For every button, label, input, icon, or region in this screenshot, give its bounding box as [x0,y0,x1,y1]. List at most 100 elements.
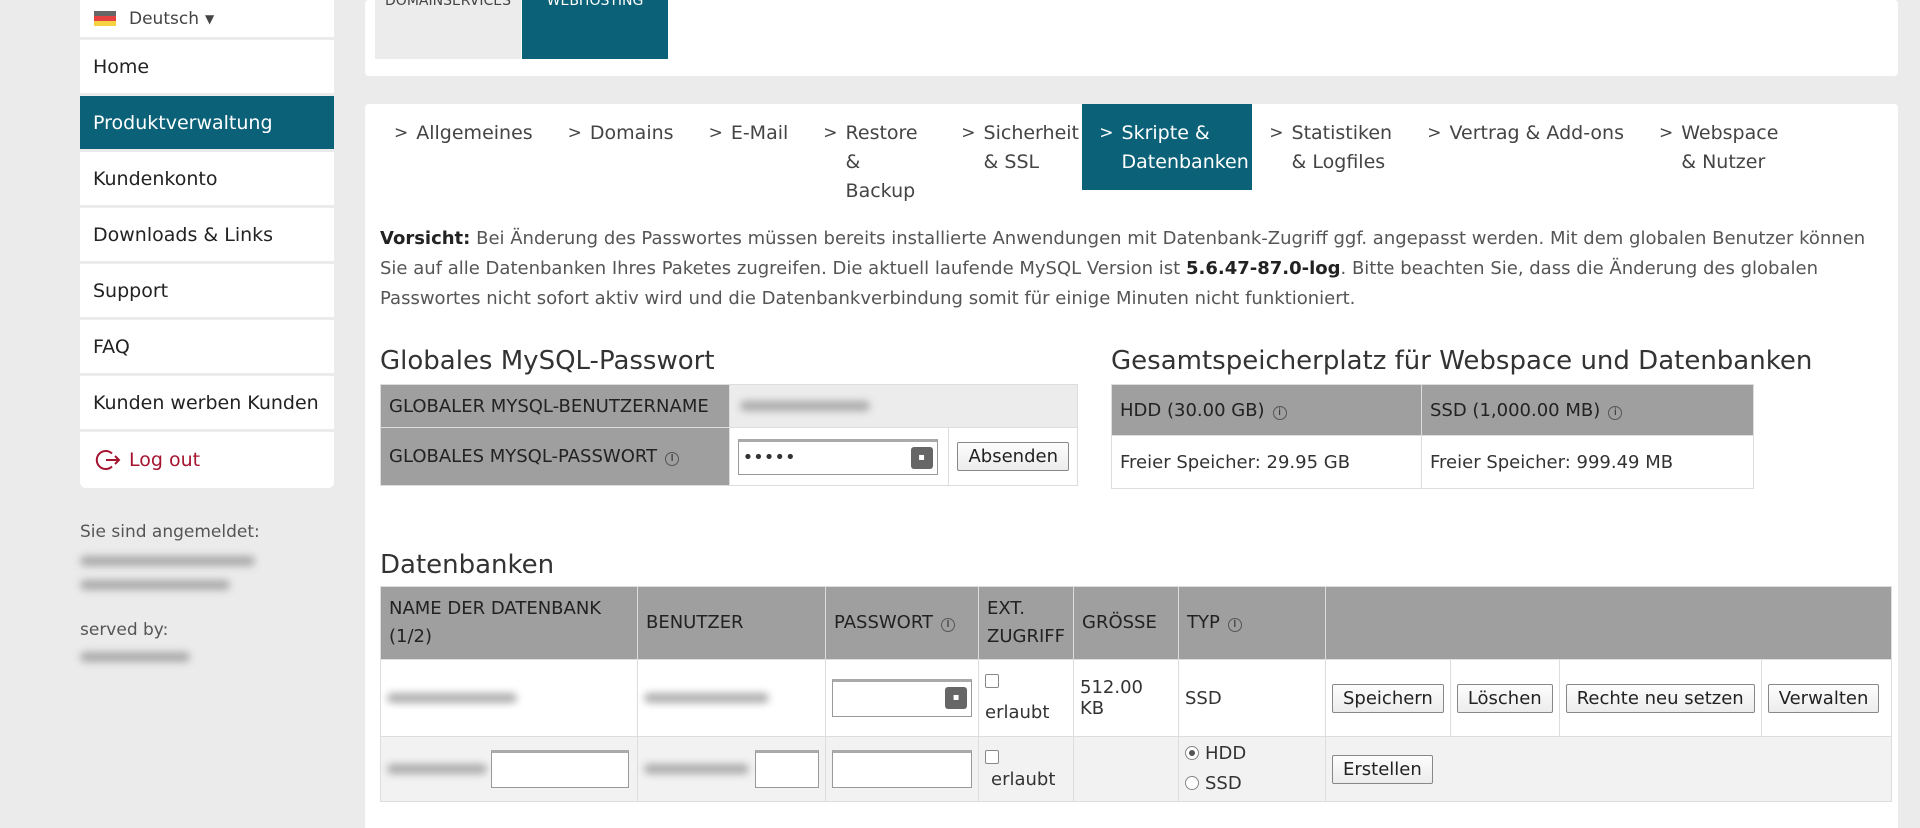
redacted-server [80,652,190,662]
col-password: PASSWORT [834,612,934,633]
tab-webhosting[interactable]: WEBHOSTING [522,0,668,59]
chevron-right-icon: > [1099,123,1114,143]
ext-access-cell: erlaubt [978,659,1074,737]
chevron-right-icon: > [708,123,723,143]
sidebar: Deutsch ▼ Home Produktverwaltung Kundenk… [80,0,334,662]
subtab-skripte-datenbanken[interactable]: > Skripte & Datenbanken [1082,104,1253,190]
ext-access-checkbox[interactable] [985,674,999,688]
reset-rights-button[interactable]: Rechte neu setzen [1565,683,1755,713]
col-password-header: PASSWORT i [825,586,979,660]
global-username-value [728,384,1079,428]
col-size: GRÖSSE [1073,586,1179,660]
ssd-header: SSD (1,000.00 MB) i [1421,384,1754,436]
hdd-header: HDD (30.00 GB) i [1111,384,1422,436]
chevron-right-icon: > [1427,123,1442,143]
info-icon[interactable]: i [1227,618,1242,632]
type-option-ssd[interactable]: SSD [1185,769,1319,799]
save-button[interactable]: Speichern [1332,683,1444,713]
subtab-label: E-Mail [730,122,789,144]
mysql-version: 5.6.47-87.0-log [1185,258,1341,279]
hdd-free: Freier Speicher: 29.95 GB [1111,435,1422,489]
col-type: TYP [1187,612,1220,633]
subtab-email[interactable]: > E-Mail [692,104,807,190]
db-type: SSD [1178,659,1326,737]
password-manager-icon[interactable]: ▪ [945,687,967,709]
global-username-label: GLOBALER MYSQL-BENUTZERNAME [380,384,730,428]
redacted-email [80,580,230,590]
chevron-right-icon: > [567,123,582,143]
ssd-radio[interactable] [1185,776,1199,790]
subtab-bar: > Allgemeines > Domains > E-Mail > Resto… [377,104,1782,202]
ssd-free: Freier Speicher: 999.49 MB [1421,435,1754,489]
hdd-radio[interactable] [1185,746,1199,760]
new-db-user-input[interactable] [755,750,819,788]
redacted-prefix [644,764,749,774]
col-actions [1325,586,1892,660]
new-ext-access-checkbox[interactable] [985,750,999,764]
col-name: NAME DER DATENBANK (1/2) [380,586,638,660]
manage-button[interactable]: Verwalten [1767,683,1880,713]
main-card: > Allgemeines > Domains > E-Mail > Resto… [365,104,1898,828]
new-db-row: erlaubt HDD SSD Erstellen [380,736,1892,802]
tab-domainservices[interactable]: DOMAINSERVICES [375,0,521,59]
warning-prefix: Vorsicht: [380,228,471,249]
delete-button[interactable]: Löschen [1456,683,1553,713]
create-button[interactable]: Erstellen [1332,754,1433,784]
nav-produktverwaltung[interactable]: Produktverwaltung [80,96,334,152]
logout-icon [95,450,121,470]
info-icon[interactable]: i [1272,405,1287,420]
password-dots: ••••• [742,447,796,468]
col-user: BENUTZER [637,586,826,660]
new-db-name-input[interactable] [491,750,629,788]
db-user-cell [637,659,826,737]
nav-home[interactable]: Home [80,40,334,96]
global-password-title: Globales MySQL-Passwort [380,346,715,376]
global-password-cell: ••••• ▪ [728,427,950,486]
subtab-restore-backup[interactable]: > Restore & Backup [806,104,944,202]
nav-downloads-links[interactable]: Downloads & Links [80,208,334,264]
info-icon[interactable]: i [665,452,680,466]
ssd-label: SSD (1,000.00 MB) [1430,399,1601,421]
subtab-label: Skripte & Datenbanken [1121,122,1249,173]
nav-kundenkonto[interactable]: Kundenkonto [80,152,334,208]
nav-kunden-werben-kunden[interactable]: Kunden werben Kunden [80,376,334,432]
hdd-label: HDD (30.00 GB) [1120,399,1265,421]
db-actions-cell: Speichern Löschen Rechte neu setzen Verw… [1325,659,1892,737]
subtab-allgemeines[interactable]: > Allgemeines [377,104,551,190]
new-db-user-cell [637,736,826,802]
storage-table: HDD (30.00 GB) i SSD (1,000.00 MB) i Freie… [1111,384,1754,489]
password-manager-icon[interactable]: ▪ [910,446,933,469]
chevron-right-icon: > [961,123,976,143]
table-row: ▪ erlaubt 512.00 KB SSD Speichern Lösche… [380,659,1892,737]
db-password-input[interactable]: ▪ [832,679,972,717]
subtab-vertrag-addons[interactable]: > Vertrag & Add-ons [1410,104,1642,190]
nav-support[interactable]: Support [80,264,334,320]
logout-link[interactable]: Log out [80,432,334,488]
subtab-label: Webspace & Nutzer [1681,122,1779,173]
type-option-hdd[interactable]: HDD [1185,739,1319,769]
info-icon[interactable]: i [1608,405,1623,420]
submit-button[interactable]: Absenden [957,442,1069,471]
redacted-db-user [739,401,870,411]
subtab-label: Domains [589,122,674,144]
product-tabs-card: DOMAINSERVICES WEBHOSTING [365,0,1898,76]
subtab-statistiken-logfiles[interactable]: > Statistiken & Logfiles [1252,104,1410,190]
password-warning: Vorsicht: Bei Änderung des Passwortes mü… [380,224,1870,314]
subtab-webspace-nutzer[interactable]: > Webspace & Nutzer [1642,104,1782,190]
databases-title: Datenbanken [380,550,555,580]
subtab-sicherheit-ssl[interactable]: > Sicherheit & SSL [944,104,1082,190]
language-selector[interactable]: Deutsch ▼ [80,0,334,40]
info-icon[interactable]: i [941,618,956,632]
chevron-right-icon: > [823,123,838,143]
global-password-input[interactable]: ••••• ▪ [737,438,938,475]
served-by-label: served by: [80,620,169,640]
new-db-name-cell [380,736,638,802]
chevron-right-icon: > [1269,123,1284,143]
logged-in-label: Sie sind angemeldet: [80,522,260,542]
submit-cell: Absenden [948,427,1078,486]
global-password-label: GLOBALES MYSQL-PASSWORT [389,446,658,467]
nav-faq[interactable]: FAQ [80,320,334,376]
subtab-domains[interactable]: > Domains [551,104,692,190]
redacted-username [80,556,255,566]
new-db-password-input[interactable] [832,750,972,788]
